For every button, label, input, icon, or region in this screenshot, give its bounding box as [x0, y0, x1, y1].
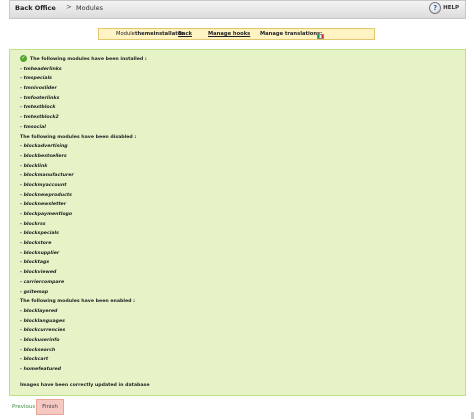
finish-button[interactable]: Finish [36, 399, 64, 415]
disabled-module-item: - blockstore [20, 239, 147, 249]
disabled-module-item: - blockbestsellers [20, 152, 147, 162]
module-toolbar: Module themeinstallator Back Manage hook… [98, 28, 375, 40]
result-list: The following modules have been installe… [20, 55, 147, 375]
breadcrumb-back-office[interactable]: Back Office [15, 4, 56, 12]
disabled-module-item: - blockviewed [20, 268, 147, 278]
module-name-text: tmspecials [23, 76, 52, 82]
disabled-module-item: - blocknewsletter [20, 200, 147, 210]
module-name-text: tmtextblock2 [23, 115, 59, 121]
help-icon: ? [429, 2, 442, 14]
help-button[interactable]: ? HELP [429, 2, 459, 14]
disabled-module-item: - blockpaymentlogo [20, 210, 147, 220]
help-label: HELP [443, 5, 459, 11]
disabled-heading: The following modules have been disabled… [20, 134, 137, 140]
module-name-text: homefeatured [23, 367, 62, 372]
module-name-text: blockcurrencies [23, 328, 66, 334]
flag-it-icon[interactable] [317, 34, 324, 39]
disabled-module-item: - blocklink [20, 162, 147, 172]
module-name-text: carriercompare [23, 279, 65, 285]
manage-hooks-link[interactable]: Manage hooks [208, 31, 250, 37]
disabled-module-item: - blockmanufacturer [20, 171, 147, 181]
disabled-module-item: - blockrss [20, 220, 147, 230]
disabled-module-item: - blockspecials [20, 229, 147, 239]
installed-module-item: - tmtextblock2 [20, 113, 147, 123]
enabled-module-item: - blocklayered [20, 307, 147, 317]
installed-heading: The following modules have been installe… [30, 57, 147, 62]
disabled-module-item: - blockadvertising [20, 142, 147, 152]
module-name-text: blockbestsellers [23, 153, 67, 159]
disabled-module-item: - blocksupplier [20, 249, 147, 259]
module-name-text: blockadvertising [23, 144, 68, 150]
previous-button[interactable]: Previous [12, 404, 35, 410]
disabled-module-item: - carriercompare [20, 278, 147, 288]
installed-module-item: - tmnivoslider [20, 84, 147, 94]
module-name-text: blockmyaccount [23, 182, 67, 188]
module-name-text: tmnivoslider [23, 86, 57, 92]
module-name-text: tmheaderlinks [23, 66, 62, 72]
module-name-text: blockuserinfo [23, 337, 60, 343]
header-bar: Back Office > Modules ? HELP [9, 0, 466, 19]
module-name-text: gsitemap [23, 289, 49, 295]
installed-module-item: - tmtextblock [20, 103, 147, 113]
disabled-module-item: - blocknewproducts [20, 191, 147, 201]
enabled-module-item: - blockcart [20, 355, 147, 365]
module-prefix: Module [116, 31, 135, 37]
disabled-module-item: - blocktags [20, 258, 147, 268]
module-name-text: blocknewsletter [23, 202, 67, 208]
enabled-module-item: - blocklanguages [20, 317, 147, 327]
installed-module-item: - tmsocial [20, 123, 147, 133]
module-name-text: blocksearch [23, 347, 56, 353]
success-panel: ✓ The following modules have been instal… [9, 49, 466, 396]
module-name-text: blockpaymentlogo [23, 212, 73, 217]
breadcrumb-modules[interactable]: Modules [76, 4, 103, 12]
module-name-text: tmtextblock [23, 105, 56, 111]
disabled-module-item: - blockmyaccount [20, 181, 147, 191]
module-name: themeinstallator [135, 31, 184, 37]
enabled-heading: The following modules have been enabled … [20, 299, 136, 305]
manage-translations-label: Manage translations: [260, 31, 323, 37]
module-name-text: blocklink [23, 163, 48, 169]
module-name-text: blockcart [23, 357, 49, 363]
installed-module-item: - tmfooterlinks [20, 94, 147, 104]
enabled-module-item: - blockcurrencies [20, 326, 147, 336]
installed-module-item: - tmheaderlinks [20, 65, 147, 75]
images-updated-message: Images have been correctly updated in da… [20, 383, 150, 388]
module-name-text: blockmanufacturer [23, 173, 74, 179]
module-name-text: blocksupplier [23, 250, 60, 256]
enabled-module-item: - homefeatured [20, 365, 147, 375]
module-name-text: blocklanguages [23, 318, 65, 324]
installed-module-item: - tmspecials [20, 74, 147, 84]
module-name-text: tmsocial [23, 124, 46, 130]
module-name-text: blockspecials [23, 231, 59, 237]
module-name-text: tmfooterlinks [23, 95, 60, 101]
module-name-text: blocklayered [23, 308, 58, 314]
module-name-text: blockrss [23, 221, 46, 227]
module-name-text: blockviewed [23, 270, 57, 276]
enabled-module-item: - blocksearch [20, 346, 147, 356]
back-link[interactable]: Back [178, 31, 192, 37]
module-name-text: blockstore [23, 241, 52, 247]
disabled-module-item: - gsitemap [20, 288, 147, 298]
module-name-text: blocknewproducts [23, 192, 72, 198]
module-name-text: blocktags [23, 260, 50, 266]
breadcrumb-separator-icon: > [66, 3, 72, 11]
enabled-module-item: - blockuserinfo [20, 336, 147, 346]
